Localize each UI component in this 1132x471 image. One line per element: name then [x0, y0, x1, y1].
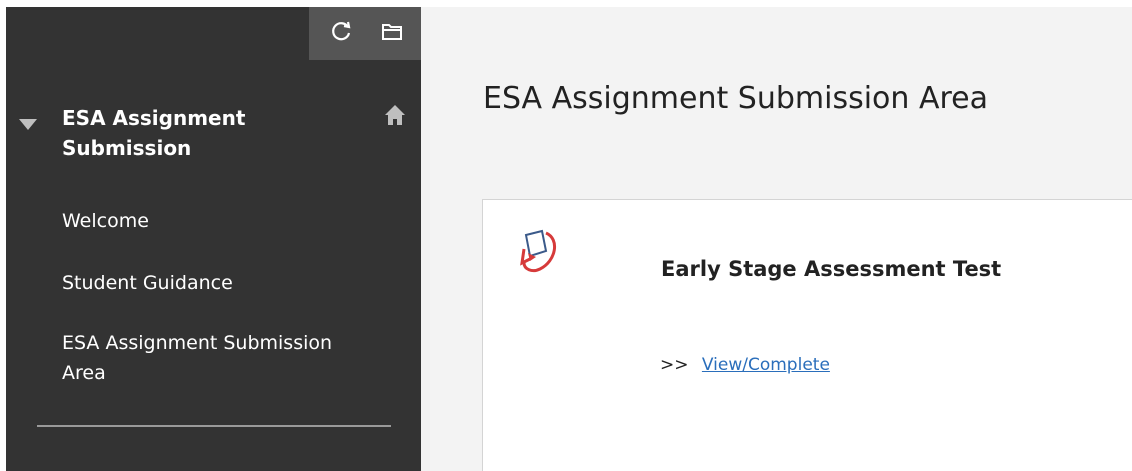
link-prefix: >> — [660, 355, 689, 375]
course-menu-sidebar: ESA Assignment Submission Welcome Studen… — [6, 7, 421, 471]
view-complete-link[interactable]: View/Complete — [702, 355, 830, 375]
assessment-icon — [516, 229, 564, 275]
sidebar-divider — [37, 425, 391, 427]
app-window: ESA Assignment Submission Welcome Studen… — [0, 0, 1132, 471]
refresh-icon[interactable] — [329, 18, 355, 44]
main-content: ESA Assignment Submission Area Early Sta… — [421, 7, 1132, 471]
content-item-title[interactable]: Early Stage Assessment Test — [661, 254, 1001, 284]
caret-down-icon[interactable] — [19, 116, 37, 130]
view-complete-row: >> View/Complete — [660, 352, 830, 378]
sidebar-item-student-guidance[interactable]: Student Guidance — [62, 268, 352, 298]
home-icon[interactable] — [384, 104, 406, 126]
sidebar-item-esa-assignment-submission-area[interactable]: ESA Assignment Submission Area — [62, 328, 352, 388]
sidebar-toolbar — [309, 7, 421, 60]
content-item-card: Early Stage Assessment Test >> View/Comp… — [482, 199, 1132, 471]
folder-icon[interactable] — [379, 18, 405, 44]
page-title: ESA Assignment Submission Area — [483, 81, 988, 116]
course-title[interactable]: ESA Assignment Submission — [62, 103, 302, 163]
course-menu-header[interactable]: ESA Assignment Submission — [6, 103, 421, 173]
sidebar-item-welcome[interactable]: Welcome — [62, 206, 352, 236]
